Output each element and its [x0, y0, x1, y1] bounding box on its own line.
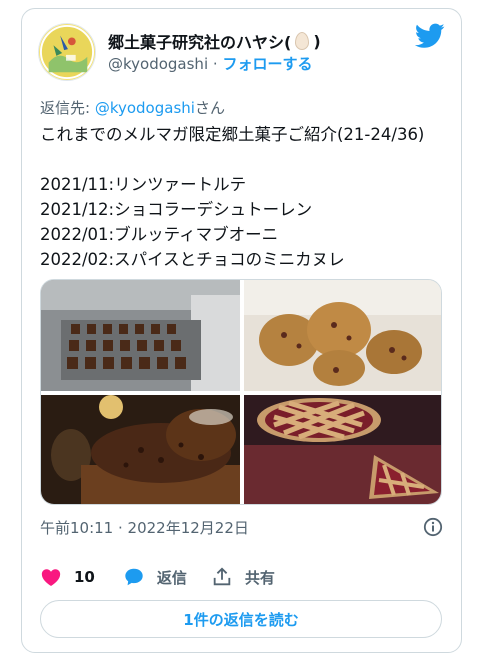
tweet-card: 郷土菓子研究社のハヤシ( ) @kyodogashi · フォローする 返信先:… — [21, 8, 462, 653]
reply-to-prefix: 返信先: — [40, 99, 95, 117]
tweet-actions: 10 返信 共有 — [40, 565, 299, 589]
follow-link[interactable]: フォローする — [222, 55, 312, 73]
tweet-line: 2021/12:ショコラーデシュトーレン — [40, 200, 313, 219]
handle-separator: · — [212, 55, 218, 73]
speech-bubble-icon — [125, 568, 143, 586]
reply-to-mention[interactable]: @kyodogashi — [95, 99, 195, 117]
tweet-line: 2022/01:ブルッティマブオーニ — [40, 225, 279, 244]
tweet-line: 2022/02:スパイスとチョコのミニカヌレ — [40, 250, 345, 269]
author-avatar[interactable] — [38, 23, 96, 81]
egg-emoji-icon — [295, 32, 310, 50]
share-icon — [213, 567, 231, 586]
reply-button[interactable]: 返信 — [123, 566, 187, 588]
reply-to-suffix: さん — [194, 99, 225, 117]
reply-to-line: 返信先: @kyodogashiさん — [40, 97, 225, 118]
photo-cookies[interactable] — [244, 280, 441, 391]
tweet-media-grid — [40, 279, 442, 505]
author-display-name[interactable]: 郷土菓子研究社のハヤシ( ) — [108, 29, 321, 53]
tweet-line: これまでのメルマガ限定郷土菓子ご紹介(21-24/36) — [40, 125, 425, 144]
share-button[interactable]: 共有 — [211, 566, 275, 588]
info-icon[interactable] — [423, 517, 443, 537]
reply-label: 返信 — [156, 568, 187, 587]
display-name-text: 郷土菓子研究社のハヤシ( — [108, 33, 292, 52]
author-handle[interactable]: @kyodogashi — [108, 55, 208, 73]
heart-icon — [41, 569, 61, 586]
read-replies-button[interactable]: 1件の返信を読む — [40, 600, 442, 638]
like-button[interactable]: 10 — [40, 566, 95, 588]
photo-chocolate-canneles[interactable] — [41, 280, 240, 391]
photo-stollen[interactable] — [41, 395, 240, 504]
photo-linzer-torte[interactable] — [244, 395, 441, 504]
display-name-end: ) — [313, 31, 321, 51]
share-label: 共有 — [244, 568, 275, 587]
tweet-line: 2021/11:リンツァートルテ — [40, 175, 247, 194]
twitter-bird-icon[interactable] — [415, 23, 445, 49]
author-handle-row: @kyodogashi · フォローする — [108, 53, 312, 74]
like-count: 10 — [74, 568, 95, 586]
tweet-timestamp[interactable]: 午前10:11 · 2022年12月22日 — [40, 517, 249, 538]
tweet-text: これまでのメルマガ限定郷土菓子ご紹介(21-24/36) 2021/11:リンツ… — [40, 122, 450, 272]
